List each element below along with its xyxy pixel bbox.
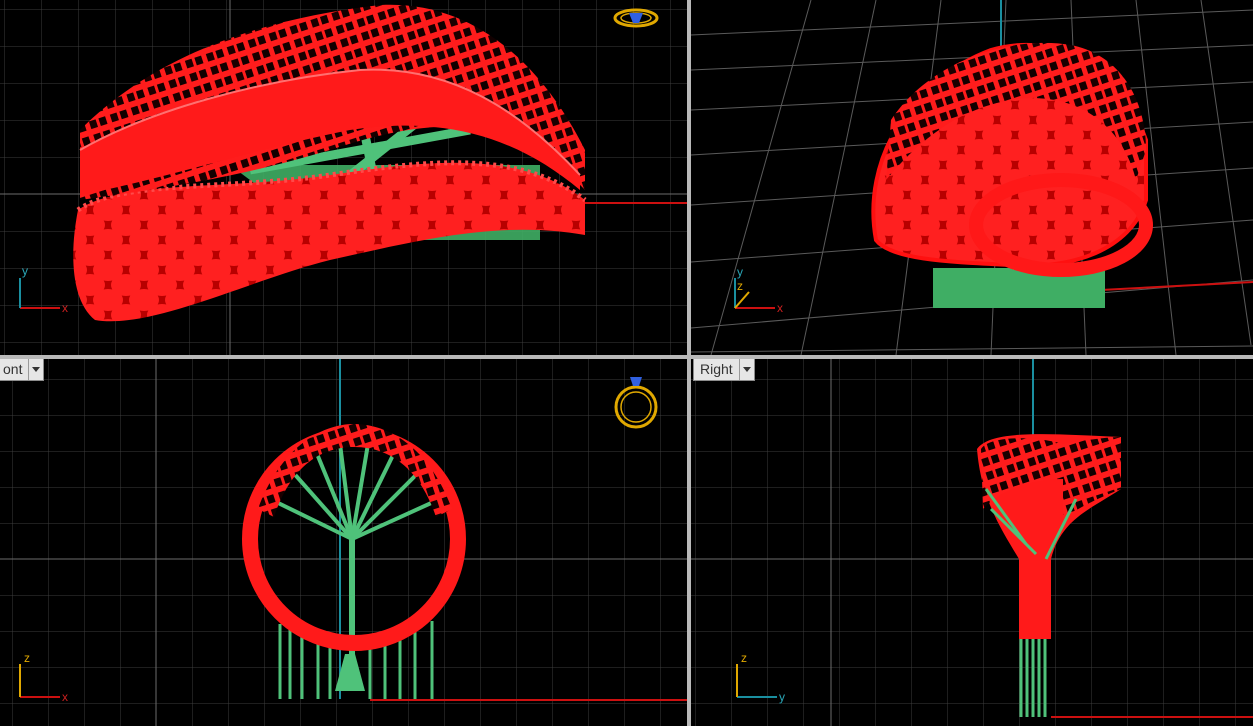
rhino-four-viewport-layout: y x y z x z x ont z y Right [0, 0, 1253, 726]
viewport-top-scene: y x [0, 0, 687, 355]
chevron-down-icon[interactable] [738, 359, 754, 380]
axis-label-z: z [741, 651, 747, 665]
viewport-perspective-scene: y z x [691, 0, 1253, 355]
axis-label-z: z [737, 279, 743, 293]
axis-label-x: x [777, 301, 783, 315]
axis-label-y: y [22, 264, 28, 278]
viewport-front-scene: z x [0, 359, 687, 726]
axis-label-x: x [62, 301, 68, 315]
chevron-down-icon[interactable] [28, 359, 43, 380]
ring-top-view-icon [613, 8, 659, 28]
axis-label-x: x [62, 690, 68, 704]
viewport-tab-label: ont [3, 361, 23, 377]
viewport-right-scene: z y [691, 359, 1253, 726]
viewport-front[interactable]: z x ont [0, 359, 687, 726]
viewport-top[interactable]: y x [0, 0, 687, 355]
axis-label-y: y [737, 265, 743, 279]
viewport-perspective[interactable]: y z x [691, 0, 1253, 355]
viewport-tab-right[interactable]: Right [693, 359, 755, 381]
viewport-tab-front[interactable]: ont [0, 359, 45, 381]
axis-label-y: y [779, 690, 785, 704]
axis-label-z: z [24, 651, 30, 665]
viewport-tab-label: Right [700, 361, 733, 377]
axis-indicator-persp: y z x [734, 265, 783, 315]
viewport-right[interactable]: z y Right [691, 359, 1253, 726]
